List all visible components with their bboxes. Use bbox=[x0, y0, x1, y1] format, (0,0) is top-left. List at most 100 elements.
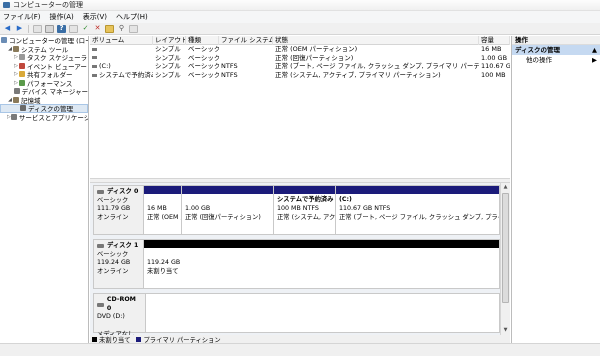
table-row[interactable]: シンプル ベーシック 正常 (回復パーティション) 1.00 GB bbox=[90, 54, 510, 63]
column-header-volume[interactable]: ボリューム bbox=[90, 36, 153, 45]
menu-action[interactable]: 操作(A) bbox=[50, 12, 74, 22]
collapse-arrow-icon[interactable]: ▲ bbox=[592, 45, 597, 55]
action-pane-icon[interactable] bbox=[69, 24, 78, 33]
show-tree-icon[interactable] bbox=[33, 24, 42, 33]
disk-status: オンライン bbox=[97, 267, 129, 275]
disk-info[interactable]: ディスク 0 ベーシック 111.79 GB オンライン bbox=[94, 186, 144, 234]
toolbar: ◀ ▶ ? ✓ ✕ ⚲ bbox=[0, 23, 600, 35]
tree-item-label: サービスとアプリケーション bbox=[18, 113, 89, 122]
tree-item[interactable]: ▷サービスとアプリケーション bbox=[0, 113, 88, 122]
disk-entry[interactable]: ディスク 1 ベーシック 119.24 GB オンライン 119.24 GB 未割り当て bbox=[93, 239, 500, 289]
cell-status-text: 正常 (回復パーティション) bbox=[275, 53, 354, 62]
toolbar-separator bbox=[28, 24, 29, 33]
partition-area bbox=[146, 294, 499, 332]
table-row[interactable]: シンプル ベーシック 正常 (OEM パーティション) 16 MB bbox=[90, 45, 510, 54]
volume-icon bbox=[92, 73, 97, 77]
tree-node-icon bbox=[1, 37, 7, 44]
actions-item-label: 他の操作 bbox=[526, 56, 552, 64]
disk-entry[interactable]: ディスク 0ベーシック111.79 GBオンライン16 MB正常 (OEM パー… bbox=[93, 185, 500, 235]
disk-name: ディスク 0 bbox=[97, 188, 140, 197]
partition-details: システムで予約済み 100 MB NTFS 正常 (システム, アク bbox=[274, 194, 335, 224]
cell-filesystem bbox=[219, 45, 273, 54]
cell-status: 正常 (回復パーティション) bbox=[273, 54, 479, 63]
cell-capacity: 1.00 GB bbox=[479, 54, 510, 63]
search-icon[interactable]: ⚲ bbox=[117, 25, 126, 33]
partition-details: 119.24 GB 未割り当て bbox=[144, 248, 499, 278]
disk-name: ディスク 1 bbox=[97, 242, 140, 251]
scrollbar-thumb[interactable] bbox=[502, 193, 509, 303]
cell-capacity: 110.67 G bbox=[479, 62, 510, 71]
partition-title bbox=[147, 250, 496, 259]
tree-item[interactable]: デバイス マネージャー bbox=[0, 87, 88, 96]
disk-info[interactable]: CD-ROM 0 DVD (D:) メディアなし bbox=[94, 294, 146, 335]
cell-status-text: 正常 (ブート, ページ ファイル, クラッシュ ダンプ, プライマリ パーティ… bbox=[275, 62, 479, 71]
table-row[interactable]: (C:) シンプル ベーシック NTFS 正常 (ブート, ページ ファイル, クラッシ… bbox=[90, 62, 510, 71]
partition-block[interactable]: 16 MB正常 (OEM パー bbox=[144, 186, 181, 234]
disk-size: 111.79 GB bbox=[97, 205, 131, 213]
actions-section-disk-management[interactable]: ディスクの管理 ▲ bbox=[512, 45, 600, 55]
scroll-up-icon[interactable]: ▲ bbox=[501, 183, 510, 192]
actions-more-operations[interactable]: 他の操作 ▶ bbox=[512, 55, 600, 65]
checkmark-icon[interactable]: ✓ bbox=[81, 25, 90, 33]
back-arrow-icon[interactable]: ◀ bbox=[3, 25, 12, 33]
view-list-icon[interactable] bbox=[129, 24, 138, 33]
disk-info[interactable]: ディスク 1 ベーシック 119.24 GB オンライン bbox=[94, 240, 144, 288]
cell-capacity-text: 1.00 GB bbox=[481, 53, 508, 62]
column-header-type[interactable]: 種類 bbox=[186, 36, 219, 45]
cell-capacity: 100 MB bbox=[479, 71, 510, 80]
volume-icon bbox=[92, 64, 97, 68]
cell-capacity-text: 16 MB bbox=[481, 45, 502, 53]
partition-size: 16 MB bbox=[147, 204, 167, 212]
scroll-down-icon[interactable]: ▼ bbox=[501, 326, 510, 335]
table-row[interactable]: システムで予約済み シンプル ベーシック NTFS 正常 (システム, アクティブ, プ… bbox=[90, 71, 510, 80]
menu-view[interactable]: 表示(V) bbox=[83, 12, 107, 22]
partition-status: 正常 (OEM パー bbox=[147, 213, 181, 221]
cell-volume: システムで予約済み bbox=[90, 71, 153, 80]
cell-filesystem: NTFS bbox=[219, 71, 273, 80]
disk-name: CD-ROM 0 bbox=[97, 296, 142, 313]
partition-type-bar bbox=[144, 240, 499, 248]
cell-type: ベーシック bbox=[186, 45, 219, 54]
window-title: コンピューターの管理 bbox=[13, 1, 83, 9]
disk-entry[interactable]: CD-ROM 0 DVD (D:) メディアなし bbox=[93, 293, 500, 335]
open-folder-icon[interactable] bbox=[105, 24, 114, 33]
computer-management-icon bbox=[3, 2, 10, 8]
cell-layout: シンプル bbox=[153, 54, 186, 63]
tree-node-icon bbox=[13, 45, 19, 52]
tree-node-icon bbox=[19, 62, 25, 69]
cell-volume bbox=[90, 54, 153, 63]
partition-size: 119.24 GB bbox=[147, 258, 181, 266]
volume-list-header: ボリューム レイアウト 種類 ファイル システム 状態 容量 bbox=[90, 36, 510, 45]
partition-block[interactable]: 119.24 GB 未割り当て bbox=[144, 240, 499, 288]
properties-icon[interactable] bbox=[45, 24, 54, 33]
cell-type-text: ベーシック bbox=[188, 71, 219, 80]
cell-layout-text: シンプル bbox=[155, 62, 181, 71]
partition-block[interactable]: (C:) 110.67 GB NTFS 正常 (ブート, ページ ファイル, クラッ… bbox=[335, 186, 499, 234]
partition-block[interactable]: システムで予約済み 100 MB NTFS 正常 (システム, アク bbox=[273, 186, 335, 234]
disk-size: 119.24 GB bbox=[97, 259, 131, 267]
cell-layout-text: シンプル bbox=[155, 45, 181, 53]
disk-name-text: ディスク 0 bbox=[107, 188, 139, 195]
volume-icon bbox=[92, 47, 97, 51]
column-header-status[interactable]: 状態 bbox=[273, 36, 479, 45]
cell-type-text: ベーシック bbox=[188, 45, 219, 53]
disk-map-scrollbar[interactable]: ▲ ▼ bbox=[500, 183, 510, 335]
forward-arrow-icon[interactable]: ▶ bbox=[15, 25, 24, 33]
column-header-filesystem[interactable]: ファイル システム bbox=[219, 36, 273, 45]
cell-layout-text: シンプル bbox=[155, 53, 181, 62]
partition-title: システムで予約済み bbox=[277, 196, 334, 203]
delete-icon[interactable]: ✕ bbox=[93, 25, 102, 33]
column-header-capacity[interactable]: 容量 bbox=[479, 36, 510, 45]
partition-title: (C:) bbox=[339, 196, 352, 203]
tree-node-icon bbox=[19, 79, 25, 86]
disk-type: ベーシック bbox=[97, 250, 129, 258]
help-icon[interactable]: ? bbox=[57, 24, 66, 33]
menu-bar: ファイル(F) 操作(A) 表示(V) ヘルプ(H) bbox=[0, 11, 600, 23]
menu-help[interactable]: ヘルプ(H) bbox=[116, 12, 148, 22]
partition-block[interactable]: 1.00 GB 正常 (回復パーティション) bbox=[181, 186, 273, 234]
cell-filesystem-text: NTFS bbox=[221, 71, 238, 80]
disk-type: ベーシック bbox=[97, 196, 129, 204]
menu-file[interactable]: ファイル(F) bbox=[3, 12, 41, 22]
column-header-layout[interactable]: レイアウト bbox=[153, 36, 186, 45]
partition-type-bar bbox=[336, 186, 499, 194]
